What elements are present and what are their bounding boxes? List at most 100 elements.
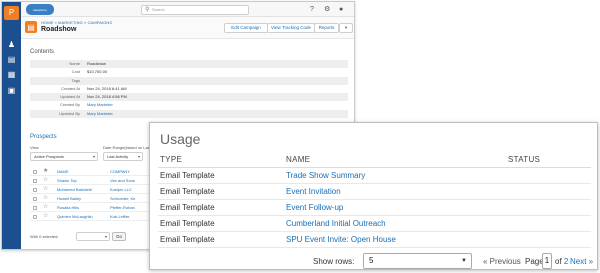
prospect-name-link[interactable]: Mohamed Bartoletti bbox=[57, 185, 92, 194]
row-checkbox[interactable] bbox=[33, 206, 37, 210]
table-header: ★ NAME COMPANY bbox=[30, 167, 155, 176]
view-label: View bbox=[30, 145, 39, 150]
admin-icon[interactable]: ▣ bbox=[6, 86, 17, 96]
usage-type: Email Template bbox=[160, 235, 215, 244]
star-outline-icon[interactable]: ☆ bbox=[43, 185, 48, 194]
search-icon: ⚲ bbox=[145, 7, 150, 13]
logo-text: salesforce bbox=[33, 7, 47, 12]
pardot-logo-icon[interactable]: P bbox=[4, 6, 19, 20]
marketing-icon[interactable]: ▤ bbox=[6, 55, 17, 65]
row-checkbox[interactable] bbox=[33, 179, 37, 183]
table-row: ☆ Rosalia Hills Pfeffer-Rohan bbox=[30, 203, 155, 212]
company-link[interactable]: Koelpin LLC bbox=[110, 185, 132, 194]
field-value: Nov 24, 2018 4:56 PM bbox=[87, 94, 127, 100]
show-rows-label: Show rows: bbox=[313, 257, 355, 266]
select-all-checkbox[interactable] bbox=[33, 170, 37, 174]
field-row-created-by: Created By Mary Marketer bbox=[30, 101, 348, 109]
field-label: Cost bbox=[71, 69, 80, 75]
star-outline-icon[interactable]: ☆ bbox=[43, 212, 48, 221]
total-pages-link[interactable]: 2 bbox=[564, 257, 568, 266]
user-avatar-icon[interactable]: ● bbox=[339, 5, 343, 14]
prospects-table: ★ NAME COMPANY ☆ Shawn Top Ven and Sons … bbox=[30, 167, 155, 221]
company-link[interactable]: Ven and Sons bbox=[110, 176, 135, 185]
rows-per-page-value: 5 bbox=[369, 256, 374, 265]
usage-type: Email Template bbox=[160, 219, 215, 228]
chevron-down-icon: ▾ bbox=[137, 154, 140, 159]
prospect-name-link[interactable]: Howell Bailey bbox=[57, 194, 81, 203]
row-checkbox[interactable] bbox=[33, 215, 37, 219]
field-label: Created By bbox=[59, 102, 80, 108]
more-actions-button[interactable]: ▾ bbox=[339, 23, 353, 33]
row-checkbox[interactable] bbox=[33, 188, 37, 192]
table-row: Email Template Cumberland Initial Outrea… bbox=[158, 216, 591, 232]
chevron-down-icon: ▼ bbox=[461, 258, 467, 264]
salesforce-logo[interactable]: salesforce bbox=[26, 4, 54, 15]
rows-per-page-select[interactable]: 5 ▼ bbox=[363, 253, 472, 269]
bulk-action-select[interactable]: ▾ bbox=[76, 232, 110, 241]
page-header: ▤ HOME » MARKETING » CAMPAIGNS Roadshow … bbox=[21, 17, 354, 39]
table-row: ☆ Shawn Top Ven and Sons bbox=[30, 176, 155, 185]
field-value: Roadshow bbox=[87, 61, 106, 66]
company-link[interactable]: Schroeder, Ke bbox=[110, 194, 135, 203]
created-by-link[interactable]: Mary Marketer bbox=[87, 101, 113, 109]
field-row-updated-at: Updated At Nov 24, 2018 4:56 PM bbox=[30, 93, 348, 102]
company-link[interactable]: Kub-Leffler bbox=[110, 212, 130, 221]
search-placeholder: Search bbox=[152, 7, 165, 12]
reports-icon[interactable]: ▦ bbox=[6, 70, 17, 80]
column-header-status: STATUS bbox=[508, 155, 541, 164]
with-selected-label: With 0 selected: bbox=[30, 234, 59, 239]
table-row: Email Template SPU Event Invite: Open Ho… bbox=[158, 232, 591, 248]
column-header-name[interactable]: NAME bbox=[57, 167, 69, 176]
page-title: Roadshow bbox=[41, 26, 77, 33]
top-bar: salesforce ⚲ Search ? ⚙ ● bbox=[21, 2, 354, 17]
page-number-input[interactable]: 1 bbox=[542, 253, 552, 269]
usage-name-link[interactable]: Trade Show Summary bbox=[286, 168, 365, 184]
field-row-tags: Tags bbox=[30, 76, 348, 85]
field-row-name: Name Roadshow bbox=[30, 60, 348, 69]
column-header-type: TYPE bbox=[160, 155, 183, 164]
usage-name-link[interactable]: Event Follow-up bbox=[286, 200, 343, 216]
prospect-name-link[interactable]: Rosalia Hills bbox=[57, 203, 79, 212]
column-header-name: NAME bbox=[286, 155, 311, 164]
view-select[interactable]: Active Prospects ▾ bbox=[30, 152, 98, 161]
help-icon[interactable]: ? bbox=[310, 5, 314, 14]
star-icon: ★ bbox=[43, 168, 49, 174]
star-outline-icon[interactable]: ☆ bbox=[43, 203, 48, 212]
campaign-icon: ▤ bbox=[25, 21, 37, 33]
row-checkbox[interactable] bbox=[33, 197, 37, 201]
column-header-company[interactable]: COMPANY bbox=[110, 167, 130, 176]
view-tracking-code-button[interactable]: View Tracking Code bbox=[267, 23, 315, 33]
field-value: Nov 24, 2018 6:41 AM bbox=[87, 85, 127, 91]
usage-panel: Usage TYPE NAME STATUS Email Template Tr… bbox=[149, 122, 598, 270]
field-label: Name bbox=[69, 61, 80, 66]
go-button[interactable]: Go bbox=[112, 232, 126, 241]
prospect-name-link[interactable]: Shawn Top bbox=[57, 176, 77, 185]
prospects-heading[interactable]: Prospects bbox=[30, 134, 57, 140]
page-of-label: of 2 bbox=[555, 257, 568, 266]
page-label: Page bbox=[525, 257, 544, 266]
date-range-label: Date Range(based on Last bbox=[103, 145, 151, 150]
reports-button[interactable]: Reports bbox=[314, 23, 339, 33]
edit-campaign-button[interactable]: Edit Campaign bbox=[224, 23, 268, 33]
left-nav-rail: P ♟ ▤ ▦ ▣ bbox=[2, 2, 21, 249]
field-label: Created At bbox=[61, 85, 80, 91]
prospects-icon[interactable]: ♟ bbox=[6, 40, 17, 50]
star-outline-icon[interactable]: ☆ bbox=[43, 194, 48, 203]
prospect-name-link[interactable]: Quinten McLaughlin bbox=[57, 212, 93, 221]
previous-page-link[interactable]: « Previous bbox=[483, 257, 521, 266]
usage-type: Email Template bbox=[160, 203, 215, 212]
updated-by-link[interactable]: Mary Marketer bbox=[87, 110, 113, 118]
star-outline-icon[interactable]: ☆ bbox=[43, 176, 48, 185]
date-range-select[interactable]: Last Activity ▾ bbox=[103, 152, 143, 161]
usage-name-link[interactable]: Cumberland Initial Outreach bbox=[286, 216, 386, 232]
next-page-link[interactable]: Next » bbox=[570, 257, 593, 266]
chevron-down-icon: ▾ bbox=[92, 154, 95, 159]
gear-icon[interactable]: ⚙ bbox=[324, 5, 330, 14]
search-input[interactable]: ⚲ Search bbox=[141, 5, 249, 15]
of-text: of bbox=[555, 257, 562, 266]
usage-name-link[interactable]: Event Invitation bbox=[286, 184, 341, 200]
breadcrumb[interactable]: HOME » MARKETING » CAMPAIGNS bbox=[41, 20, 112, 25]
usage-name-link[interactable]: SPU Event Invite: Open House bbox=[286, 232, 396, 248]
table-row: Email Template Event Invitation bbox=[158, 184, 591, 200]
company-link[interactable]: Pfeffer-Rohan bbox=[110, 203, 135, 212]
